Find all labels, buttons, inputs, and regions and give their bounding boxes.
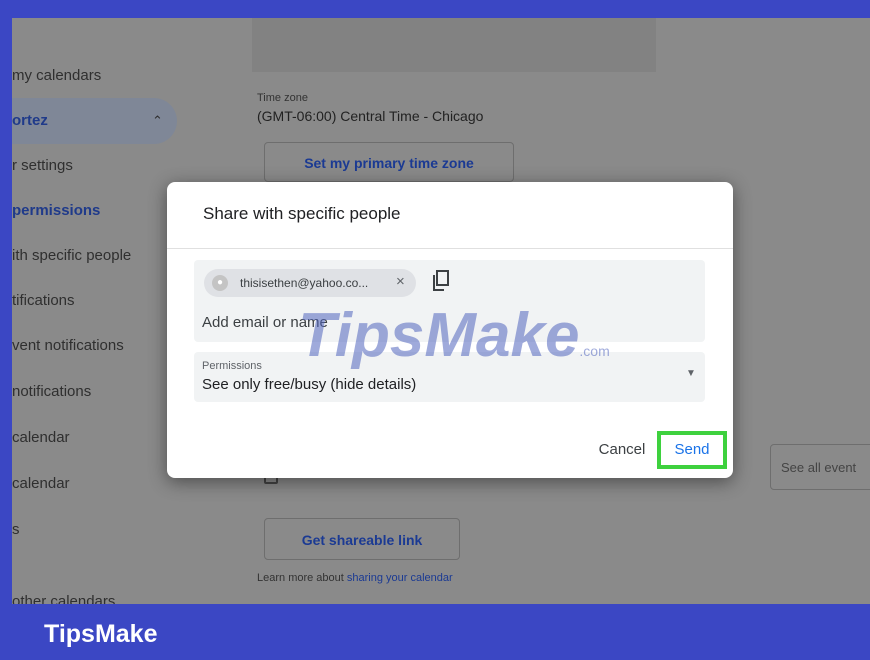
dialog-title: Share with specific people bbox=[203, 204, 401, 223]
person-icon: ● bbox=[212, 275, 228, 291]
see-all-event-button[interactable]: See all event bbox=[770, 444, 870, 490]
chip-email: thisisethen@yahoo.co... bbox=[240, 276, 369, 290]
timezone-label: Time zone bbox=[257, 92, 308, 104]
sidebar-item-permissions[interactable]: permissions bbox=[12, 191, 100, 231]
sidebar-item-extra[interactable]: s bbox=[12, 510, 20, 550]
sidebar-item-integrate-calendar[interactable]: calendar bbox=[12, 418, 70, 458]
learn-more-link[interactable]: sharing your calendar bbox=[347, 572, 453, 584]
dialog-divider bbox=[167, 248, 733, 249]
watermark-suffix: .com bbox=[579, 343, 610, 359]
sidebar-item-general-notifications[interactable]: notifications bbox=[12, 372, 91, 412]
email-chip[interactable]: ● thisisethen@yahoo.co... × bbox=[204, 269, 416, 297]
sidebar-item-share-specific-people[interactable]: ith specific people bbox=[12, 236, 131, 276]
sidebar-item-event-notifications[interactable]: vent notifications bbox=[12, 326, 124, 366]
cancel-button[interactable]: Cancel bbox=[587, 434, 657, 466]
sidebar-item-settings[interactable]: r settings bbox=[12, 146, 73, 186]
get-shareable-link-button[interactable]: Get shareable link bbox=[264, 518, 460, 560]
sidebar-item-label: ortez bbox=[12, 112, 48, 129]
dropdown-arrow-icon: ▼ bbox=[686, 368, 696, 379]
description-field bbox=[252, 18, 656, 72]
timezone-value: (GMT-06:00) Central Time - Chicago bbox=[257, 108, 484, 124]
set-primary-timezone-button[interactable]: Set my primary time zone bbox=[264, 142, 514, 182]
copy-icon[interactable] bbox=[432, 270, 450, 292]
watermark: TipsMake.com bbox=[298, 300, 610, 371]
sidebar-item-my-calendars[interactable]: my calendars bbox=[12, 56, 101, 96]
permissions-label: Permissions bbox=[202, 360, 262, 372]
sidebar-item-other-calendars[interactable]: other calendars bbox=[12, 593, 115, 604]
chevron-up-icon: ⌃ bbox=[152, 113, 163, 128]
sidebar-item-notifications[interactable]: tifications bbox=[12, 281, 75, 321]
brand-logo: TipsMake bbox=[44, 620, 158, 648]
remove-chip-icon[interactable]: × bbox=[396, 273, 405, 290]
watermark-text: TipsMake bbox=[298, 301, 580, 370]
sidebar-item-calendar-owner[interactable]: ortez ⌃ bbox=[12, 101, 172, 141]
sidebar-item-remove-calendar[interactable]: calendar bbox=[12, 464, 70, 504]
permissions-value: See only free/busy (hide details) bbox=[202, 376, 417, 393]
learn-more-text: Learn more about sharing your calendar bbox=[257, 572, 453, 584]
send-button[interactable]: Send bbox=[657, 431, 727, 469]
learn-more-prefix: Learn more about bbox=[257, 572, 347, 584]
